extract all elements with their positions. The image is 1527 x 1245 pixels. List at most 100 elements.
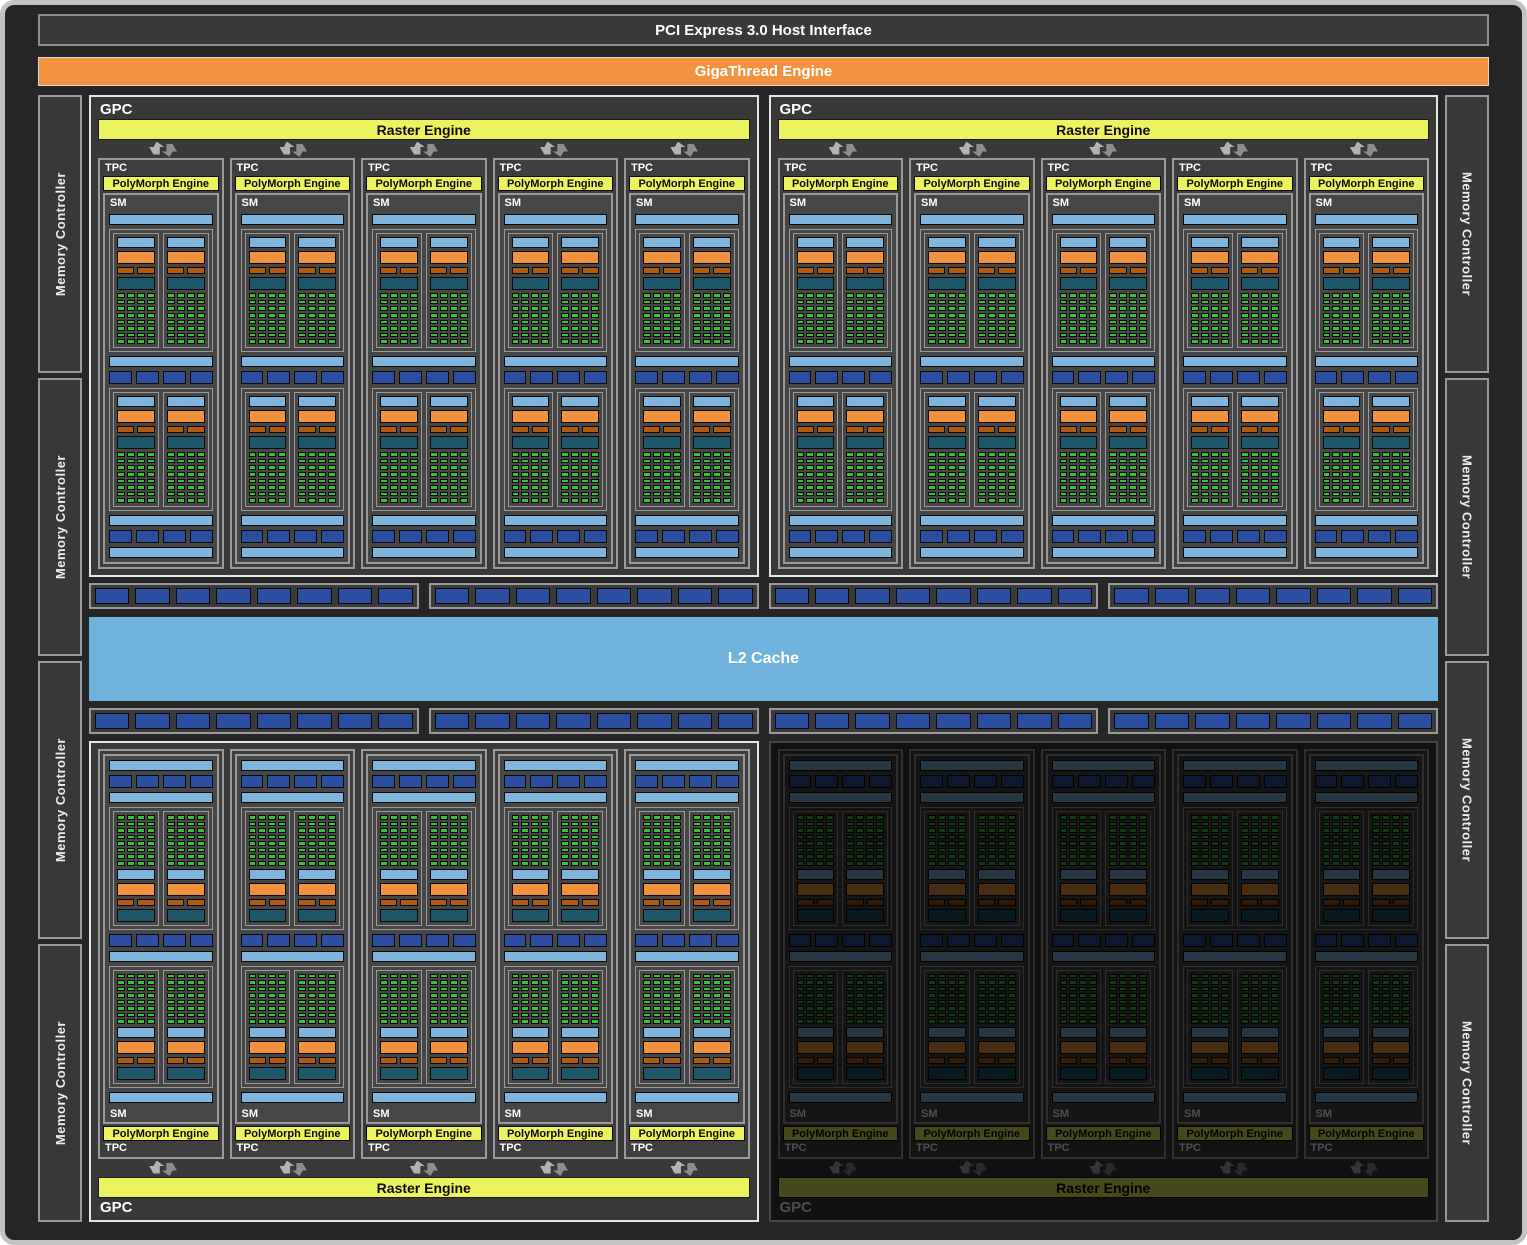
dispatch-unit-bar [1261,899,1278,906]
core-cell [127,452,135,457]
core-cell [571,835,579,840]
instruction-buffer-bar [1241,396,1279,407]
core-cell [1211,452,1219,457]
core-cell [249,1013,257,1018]
sm-partition-column [557,392,603,507]
shared-cache-bar [109,792,213,803]
core-cell [978,465,986,470]
core-cell [430,326,438,331]
core-cell [258,293,266,298]
dispatch-unit-bar [663,1057,680,1064]
dispatch-unit-bar [928,267,945,274]
core-cell [117,815,125,820]
core-cell [512,306,520,311]
core-cell [1372,828,1380,833]
core-cell [938,459,946,464]
core-cell [703,1019,711,1024]
core-cell [978,815,986,820]
memory-bus-group [1108,583,1438,609]
core-cell [380,293,388,298]
core-cell [1332,339,1340,344]
core-cell [1382,293,1390,298]
core-cell [298,485,306,490]
core-cell [581,306,589,311]
shared-cache-bar [241,547,345,558]
core-cell [410,987,418,992]
ldst-block [869,934,892,947]
core-cell [1089,333,1097,338]
core-cell [1261,339,1269,344]
core-cell [380,974,388,979]
memory-controller-label: Memory Controller [1460,455,1475,579]
core-cell [1342,987,1350,992]
ldst-block [109,371,132,384]
core-cell [643,472,651,477]
core-cell [430,472,438,477]
core-cell [1191,498,1199,503]
core-cell [723,980,731,985]
dispatch-unit-bar [430,426,447,433]
updown-arrows-icon [829,1161,857,1176]
core-cell [797,300,805,305]
core-cell [1201,313,1209,318]
core-cell [1191,1019,1199,1024]
sm-label: SM [1052,1107,1156,1121]
memory-bus-block [1276,588,1310,604]
core-cell [988,861,996,866]
core-cell [826,479,834,484]
dispatch-unit-bar [532,1057,549,1064]
core-cell [137,1006,145,1011]
core-cell [958,300,966,305]
shared-cache-bar [1315,515,1419,526]
dispatch-unit-bar [298,426,315,433]
core-cell [460,465,468,470]
core-cell [1342,459,1350,464]
core-cell [1241,993,1249,998]
core-cell [1261,980,1269,985]
warp-scheduler-bar [1372,1041,1410,1054]
core-cell [958,320,966,325]
core-cell [450,980,458,985]
core-cell [1221,848,1229,853]
warp-scheduler-bar [978,251,1016,264]
core-cell [1079,479,1087,484]
core-cell [187,459,195,464]
register-file-bar [1372,436,1410,449]
core-cell [591,320,599,325]
core-cell [1342,320,1350,325]
core-cell [268,472,276,477]
core-cell [1089,822,1097,827]
core-cell [440,974,448,979]
raster-tpc-arrow-row [778,140,1430,158]
core-cell [1109,492,1117,497]
core-cell [197,492,205,497]
core-cell [928,835,936,840]
core-cell [1201,306,1209,311]
core-cell [440,854,448,859]
core-cell [1372,459,1380,464]
core-cell [1191,974,1199,979]
ldst-block [294,371,317,384]
core-cell [521,1013,529,1018]
core-cell [826,835,834,840]
dispatch-unit-bar [1080,267,1097,274]
raster-engine-bar: Raster Engine [98,1177,750,1198]
core-cell [643,498,651,503]
core-cell [258,339,266,344]
memory-controller-box: Memory Controller [38,661,82,939]
sm-partition-column [639,392,685,507]
ldst-block [557,371,580,384]
core-cell [581,479,589,484]
core-cell [1382,993,1390,998]
ldst-block [974,530,997,543]
core-cell [938,848,946,853]
memory-bus-row-top [89,583,1438,609]
ldst-block [1368,530,1391,543]
shared-cache-bar [920,356,1024,367]
core-cell [1271,974,1279,979]
ldst-block [584,530,607,543]
core-cell [1079,485,1087,490]
core-cell [571,313,579,318]
polymorph-engine-bar: PolyMorph Engine [366,176,482,191]
core-cell [958,1019,966,1024]
